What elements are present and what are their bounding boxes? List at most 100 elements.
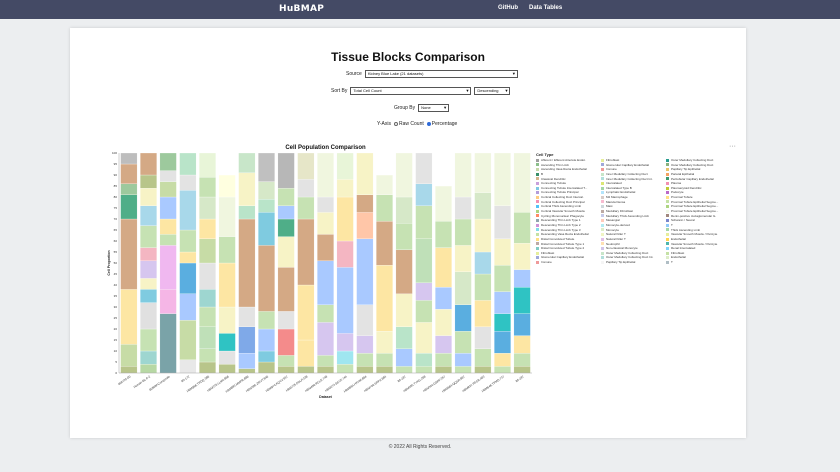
- legend-swatch: [601, 223, 604, 227]
- legend-label: Vascular Smooth Muscle / Pericyte: [671, 241, 718, 246]
- y-tick-label: 30: [114, 305, 118, 309]
- legend-label: Connecting Tubule Principal: [541, 190, 579, 195]
- bar-segment: [474, 300, 492, 327]
- bar-segment: [435, 335, 452, 354]
- legend-label: Glomerular Capillary Endothelial: [541, 255, 585, 260]
- bar-segment: [159, 245, 177, 290]
- legend-swatch: [536, 167, 539, 171]
- legend-label: Proximal Tubule Epithelial Segme...: [671, 204, 719, 209]
- legend-label: Monocyte-derived: [606, 222, 630, 227]
- legend-label: Cortical Vascular Smooth Muscle: [541, 209, 585, 214]
- legend-label: Inner Medullary Collecting Duct: [606, 171, 648, 176]
- legend-label: Glomerular Capillary Endothelial: [606, 162, 650, 167]
- sort-order-value: Descending: [477, 88, 499, 93]
- legend-column: Outer Medullary Collecting Duct Outer Med…: [666, 158, 730, 265]
- groupby-row: Group By None ▼: [394, 104, 450, 112]
- bar-segment: [199, 326, 216, 349]
- legend-label: Macula Densa: [606, 199, 626, 204]
- bar-segment: [258, 199, 275, 213]
- bar-segment: [395, 293, 413, 327]
- legend-swatch: [536, 195, 539, 199]
- bar-segment: [435, 185, 452, 222]
- bar-segment: [494, 366, 511, 374]
- legend-swatch: [601, 167, 604, 171]
- sortby-label: Sort By: [331, 88, 348, 94]
- bar-segment: [140, 302, 157, 330]
- legend-label: Fibroblast: [541, 250, 555, 255]
- y-tick-label: 15: [114, 338, 118, 342]
- nav-link-data-tables[interactable]: Data Tables: [529, 5, 562, 11]
- legend-swatch: [666, 223, 669, 227]
- y-tick-label: 70: [114, 217, 118, 221]
- legend-label: Parietal Epithelial: [671, 171, 695, 176]
- legend-swatch: [601, 163, 604, 167]
- bar-segment: [435, 353, 452, 367]
- bar-segment: [179, 174, 197, 191]
- bar-segment: [120, 218, 138, 290]
- bar-segment: [140, 152, 157, 176]
- bar-segment: [494, 353, 511, 367]
- radio-raw-count[interactable]: [394, 122, 398, 126]
- bar-segment: [159, 218, 177, 235]
- nav-link-github[interactable]: GitHub: [498, 5, 518, 11]
- groupby-select[interactable]: None ▼: [418, 104, 450, 112]
- bar-segment: [435, 309, 452, 336]
- yaxis-row: Y-Axis Raw Count Percentage: [377, 121, 457, 127]
- y-tick-label: 90: [114, 173, 118, 177]
- legend-swatch: [601, 260, 604, 264]
- top-nav: HuBMAP GitHub Data Tables: [0, 0, 840, 19]
- legend-swatch: [666, 158, 669, 162]
- bar-segment: [395, 326, 413, 349]
- bar-segment: [454, 196, 472, 220]
- y-axis-title: Cell Proportion: [107, 250, 111, 275]
- legend-label: Distal Convoluted Tubule: [541, 236, 575, 241]
- legend-label: Connecting Tubule Intercalated T...: [541, 185, 588, 190]
- legend-swatch: [601, 172, 604, 176]
- bar-segment: [435, 247, 452, 288]
- y-tick-label: 65: [114, 228, 118, 232]
- legend-label: Endothelial: [671, 255, 686, 260]
- legend-item[interactable]: Papillary Tip Epithelial: [601, 260, 665, 265]
- legend-swatch: [666, 195, 669, 199]
- bar-segment: [454, 366, 472, 374]
- radio-raw-count-label: Raw Count: [399, 121, 424, 127]
- source-select[interactable]: Kidney Blue Lake (21 datasets) ▼: [364, 70, 518, 78]
- legend-swatch: [536, 256, 539, 260]
- bar-segment: [238, 326, 256, 354]
- bar-segment: [356, 335, 374, 354]
- legend-label: Monocyte: [606, 227, 620, 232]
- chart-menu-icon[interactable]: ···: [729, 143, 736, 150]
- radio-percentage[interactable]: [426, 122, 431, 126]
- bar-segment: [474, 218, 492, 253]
- sortby-select[interactable]: Total Cell Count ▼: [350, 87, 472, 95]
- legend-item[interactable]: T: [666, 260, 730, 265]
- bar-segment: [179, 251, 197, 264]
- legend-item[interactable]: Immune: [536, 260, 600, 265]
- legend-swatch: [536, 237, 539, 241]
- bar-segment: [336, 350, 354, 365]
- bar-segment: [218, 262, 236, 308]
- y-tick-label: 95: [114, 162, 118, 166]
- bar-segment: [277, 152, 295, 189]
- bar-segment: [356, 353, 374, 367]
- bar-segment: [513, 269, 531, 288]
- sort-order-select[interactable]: Descending ▼: [474, 87, 511, 95]
- bar-segment: [376, 221, 393, 266]
- bar-segment: [238, 152, 256, 173]
- bar-segment: [159, 170, 177, 182]
- bar-segment: [238, 306, 256, 327]
- bar-segment: [297, 284, 315, 341]
- bar-segment: [199, 152, 216, 178]
- legend-swatch: [536, 158, 539, 162]
- bar-segment: [317, 304, 334, 323]
- hubmap-logo[interactable]: HuBMAP: [279, 4, 324, 14]
- legend-swatch: [536, 209, 539, 213]
- bar-segment: [159, 289, 177, 314]
- bar-segment: [277, 328, 295, 356]
- legend-swatch: [601, 195, 604, 199]
- chart-title: Cell Population Comparison: [285, 145, 366, 151]
- bar-segment: [336, 267, 354, 334]
- bar-segment: [120, 194, 138, 220]
- bar-segment: [218, 306, 236, 334]
- bar-segment: [140, 278, 157, 290]
